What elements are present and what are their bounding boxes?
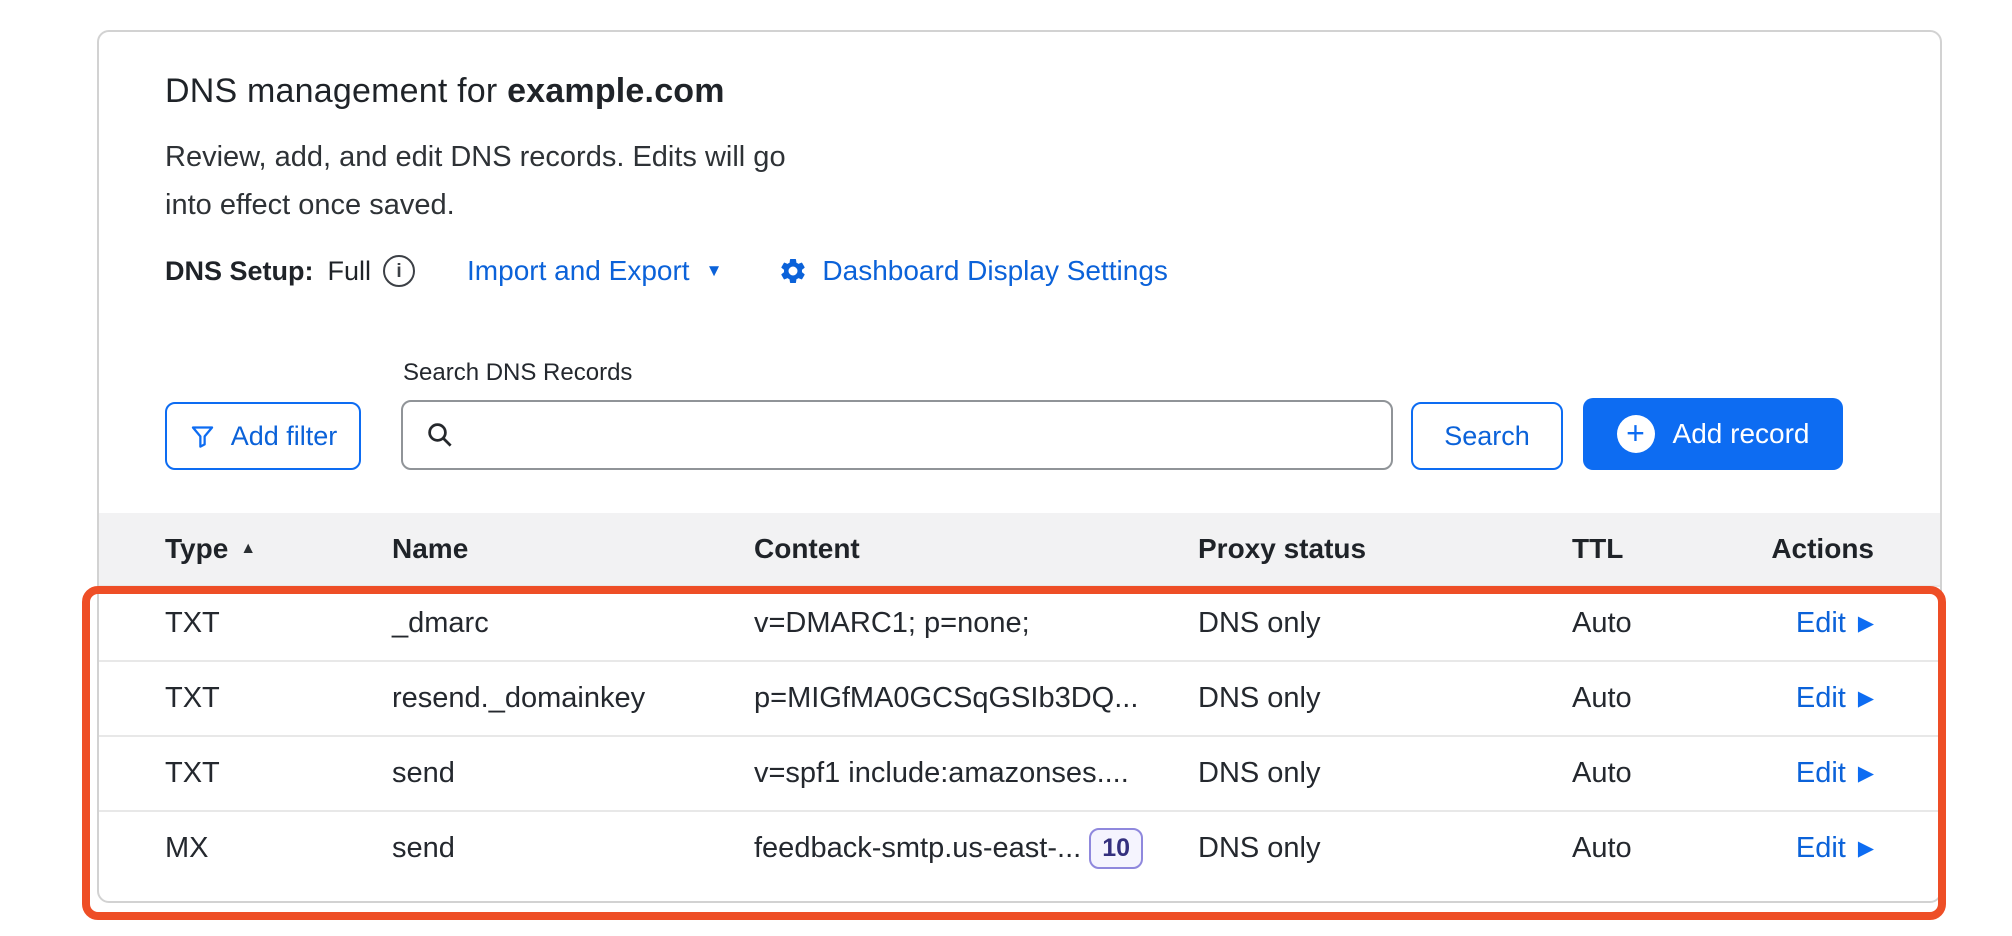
record-ttl: Auto [1572, 682, 1769, 715]
add-filter-label: Add filter [231, 421, 338, 452]
chevron-right-icon: ▶ [1858, 763, 1874, 784]
search-button[interactable]: Search [1411, 402, 1563, 470]
edit-record-link[interactable]: Edit ▶ [1796, 682, 1874, 715]
record-type: TXT [165, 682, 392, 715]
plus-icon: + [1617, 415, 1655, 453]
dashboard-display-settings-link[interactable]: Dashboard Display Settings [778, 255, 1168, 287]
search-label: Search DNS Records [403, 359, 1393, 387]
import-export-link[interactable]: Import and Export ▼ [467, 255, 722, 287]
record-ttl: Auto [1572, 607, 1769, 640]
edit-label: Edit [1796, 832, 1846, 865]
edit-record-link[interactable]: Edit ▶ [1796, 607, 1874, 640]
edit-record-link[interactable]: Edit ▶ [1796, 832, 1874, 865]
search-field-container [401, 400, 1393, 470]
record-proxy-status: DNS only [1198, 757, 1572, 790]
record-type: TXT [165, 757, 392, 790]
import-export-label: Import and Export [467, 255, 690, 287]
record-ttl: Auto [1572, 757, 1769, 790]
filter-icon [189, 423, 216, 450]
column-header-type[interactable]: Type ▲ [165, 533, 392, 565]
table-row: TXT resend._domainkey p=MIGfMA0GCSqGSIb3… [99, 660, 1940, 735]
table-header-row: Type ▲ Name Content Proxy status TTL Act… [99, 513, 1940, 585]
add-filter-button[interactable]: Add filter [165, 402, 361, 470]
mx-priority-badge: 10 [1089, 828, 1143, 869]
chevron-down-icon: ▼ [706, 261, 723, 281]
record-type: TXT [165, 607, 392, 640]
table-row: TXT _dmarc v=DMARC1; p=none; DNS only Au… [99, 585, 1940, 660]
record-name: send [392, 832, 754, 865]
chevron-right-icon: ▶ [1858, 613, 1874, 634]
add-record-label: Add record [1673, 418, 1810, 450]
column-header-proxy-status[interactable]: Proxy status [1198, 533, 1572, 565]
page-title-domain: example.com [507, 72, 725, 110]
dns-setup-label: DNS Setup: [165, 256, 314, 287]
table-row: MX send feedback-smtp.us-east-... 10 DNS… [99, 810, 1940, 885]
record-content-text: feedback-smtp.us-east-... [754, 832, 1081, 865]
page-title-prefix: DNS management for [165, 72, 507, 110]
chevron-right-icon: ▶ [1858, 688, 1874, 709]
search-icon [425, 420, 455, 450]
sort-asc-icon: ▲ [240, 540, 256, 558]
gear-icon [778, 256, 808, 286]
info-icon[interactable]: i [383, 255, 415, 287]
dashboard-display-settings-label: Dashboard Display Settings [822, 255, 1168, 287]
record-content: feedback-smtp.us-east-... 10 [754, 828, 1198, 869]
table-row: TXT send v=spf1 include:amazonses.... DN… [99, 735, 1940, 810]
record-content: v=DMARC1; p=none; [754, 607, 1198, 640]
column-header-actions: Actions [1771, 533, 1874, 565]
dns-setup-row: DNS Setup: Full i Import and Export ▼ Da… [165, 255, 1874, 287]
record-type: MX [165, 832, 392, 865]
record-proxy-status: DNS only [1198, 832, 1572, 865]
dns-management-card: DNS management for example.com Review, a… [97, 30, 1942, 903]
column-header-ttl[interactable]: TTL [1572, 533, 1769, 565]
edit-label: Edit [1796, 607, 1846, 640]
search-input[interactable] [471, 419, 1369, 451]
record-content: p=MIGfMA0GCSqGSIb3DQ... [754, 682, 1198, 715]
record-name: _dmarc [392, 607, 754, 640]
record-ttl: Auto [1572, 832, 1769, 865]
column-header-content[interactable]: Content [754, 533, 1198, 565]
dns-toolbar: Add filter Search DNS Records Search + A… [165, 359, 1874, 470]
record-proxy-status: DNS only [1198, 682, 1572, 715]
search-group: Search DNS Records [401, 359, 1393, 470]
page-subtitle: Review, add, and edit DNS records. Edits… [165, 133, 825, 229]
edit-record-link[interactable]: Edit ▶ [1796, 757, 1874, 790]
dns-setup-value: Full [328, 256, 372, 287]
edit-label: Edit [1796, 757, 1846, 790]
page-title: DNS management for example.com [165, 72, 1874, 111]
column-header-name[interactable]: Name [392, 533, 754, 565]
record-proxy-status: DNS only [1198, 607, 1572, 640]
chevron-right-icon: ▶ [1858, 838, 1874, 859]
edit-label: Edit [1796, 682, 1846, 715]
record-name: resend._domainkey [392, 682, 754, 715]
record-content: v=spf1 include:amazonses.... [754, 757, 1198, 790]
record-name: send [392, 757, 754, 790]
add-record-button[interactable]: + Add record [1583, 398, 1843, 470]
dns-records-table: Type ▲ Name Content Proxy status TTL Act… [99, 513, 1940, 885]
